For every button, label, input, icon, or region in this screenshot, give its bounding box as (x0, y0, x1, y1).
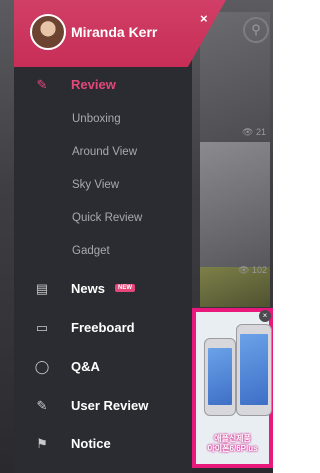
menu-item-review[interactable]: ✎ Review (14, 70, 192, 104)
submenu-item-gadget[interactable]: Gadget (14, 238, 192, 268)
ad-banner[interactable]: 애플신제품 아이폰6/6Plus × (192, 308, 273, 468)
search-icon[interactable]: ⚲ (243, 17, 269, 43)
menu-item-notice[interactable]: ⚑ Notice (14, 429, 192, 463)
submenu-item-sky-view[interactable]: Sky View (14, 172, 192, 202)
new-badge: NEW (115, 284, 135, 292)
edit-icon: ✎ (36, 398, 48, 413)
avatar[interactable] (30, 14, 66, 50)
view-count: 👁 21 (242, 127, 266, 137)
news-icon: ▤ (35, 281, 49, 296)
phone-image (236, 324, 272, 416)
submenu-item-unboxing[interactable]: Unboxing (14, 106, 192, 136)
menu-item-freeboard[interactable]: ▭ Freeboard (14, 313, 192, 347)
submenu-item-around-view[interactable]: Around View (14, 139, 192, 169)
feed-thumbnail[interactable] (200, 142, 270, 267)
ad-text: 애플신제품 아이폰6/6Plus (207, 434, 258, 453)
edit-icon: ✎ (36, 77, 48, 92)
submenu-item-quick-review[interactable]: Quick Review (14, 205, 192, 235)
close-icon[interactable]: × (259, 310, 271, 322)
view-count: 👁 102 (238, 265, 267, 275)
chat-icon: ▭ (35, 320, 49, 335)
menu-item-qa[interactable]: ◯ Q&A (14, 352, 192, 386)
phone-image (204, 338, 236, 416)
nav-drawer: Miranda Kerr × ✎ Review Unboxing Around … (14, 0, 226, 473)
flag-icon: ⚑ (36, 436, 48, 451)
user-name[interactable]: Miranda Kerr (71, 24, 157, 40)
menu-item-news[interactable]: ▤ News NEW (14, 274, 192, 308)
close-icon[interactable]: × (200, 11, 208, 26)
menu-item-user-review[interactable]: ✎ User Review (14, 391, 192, 425)
question-bubble-icon: ◯ (34, 359, 50, 374)
